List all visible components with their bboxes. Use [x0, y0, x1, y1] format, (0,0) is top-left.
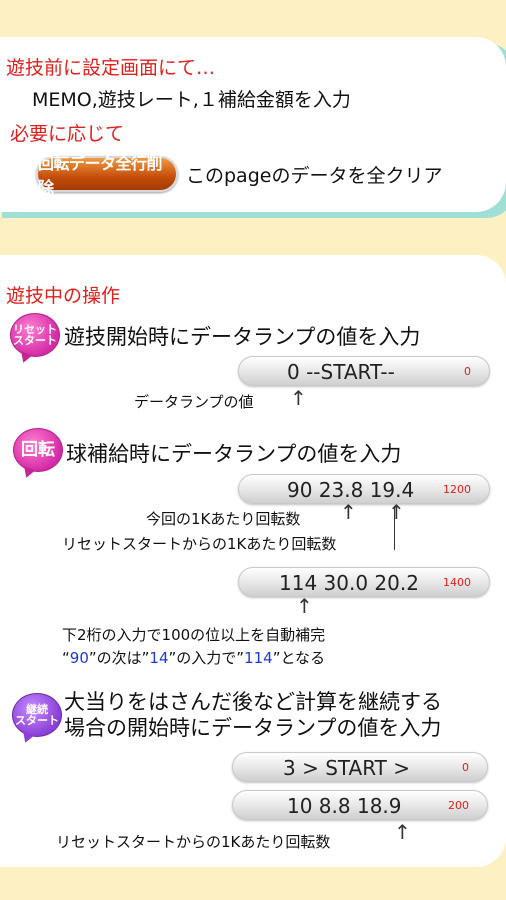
data-lamp-rotate-example: 90 23.8 19.4 1200 [238, 474, 490, 504]
note-per-1k-reset: リセットスタートからの1Kあたり回転数 [62, 535, 337, 553]
rotate-badge-icon: 回転 [13, 428, 63, 472]
up-arrow-icon: ↑ [340, 500, 357, 524]
clear-desc: このpageのデータを全クリア [186, 165, 443, 187]
auto-complete-note: 下2桁の入力で100の位以上を自動補完 [62, 626, 326, 644]
setup-line2: 必要に応じて [10, 123, 125, 145]
note-per-1k-reset-2: リセットスタートからの1Kあたり回転数 [56, 833, 331, 851]
note-per-1k-now: 今回の1Kあたり回転数 [146, 510, 301, 528]
rotate-desc: 球補給時にデータランプの値を入力 [66, 442, 402, 466]
ops-heading: 遊技中の操作 [6, 285, 121, 307]
data-lamp-reset-example: 0 --START-- 0 [238, 356, 490, 386]
setup-line1: MEMO,遊技レート,１補給金額を入力 [32, 89, 351, 111]
reset-desc: 遊技開始時にデータランプの値を入力 [64, 325, 421, 349]
data-lamp-complete-example: 114 30.0 20.2 1400 [238, 567, 490, 597]
lamp-value-note: データランプの値 [134, 393, 254, 411]
up-arrow-icon: ↑ [290, 386, 307, 410]
up-arrow-icon: ↑ [296, 594, 313, 618]
reset-start-badge-icon: リセット スタート [10, 313, 60, 357]
setup-heading: 遊技前に設定画面にて… [6, 57, 216, 79]
continue-desc-line2: 場合の開始時にデータランプの値を入力 [64, 716, 442, 740]
up-arrow-icon: ↑ [394, 820, 411, 844]
continue-start-badge-icon: 継続 スタート [12, 693, 62, 737]
data-lamp-continue-result: 10 8.8 18.9 200 [232, 790, 488, 820]
data-lamp-continue-example: 3 > START > 0 [232, 752, 488, 782]
auto-complete-example: “90”の次は”14”の入力で”114”となる [62, 649, 326, 667]
up-arrow-icon: ↑ [388, 500, 405, 524]
clear-all-button[interactable]: 回転データ全行削除 [36, 154, 178, 197]
